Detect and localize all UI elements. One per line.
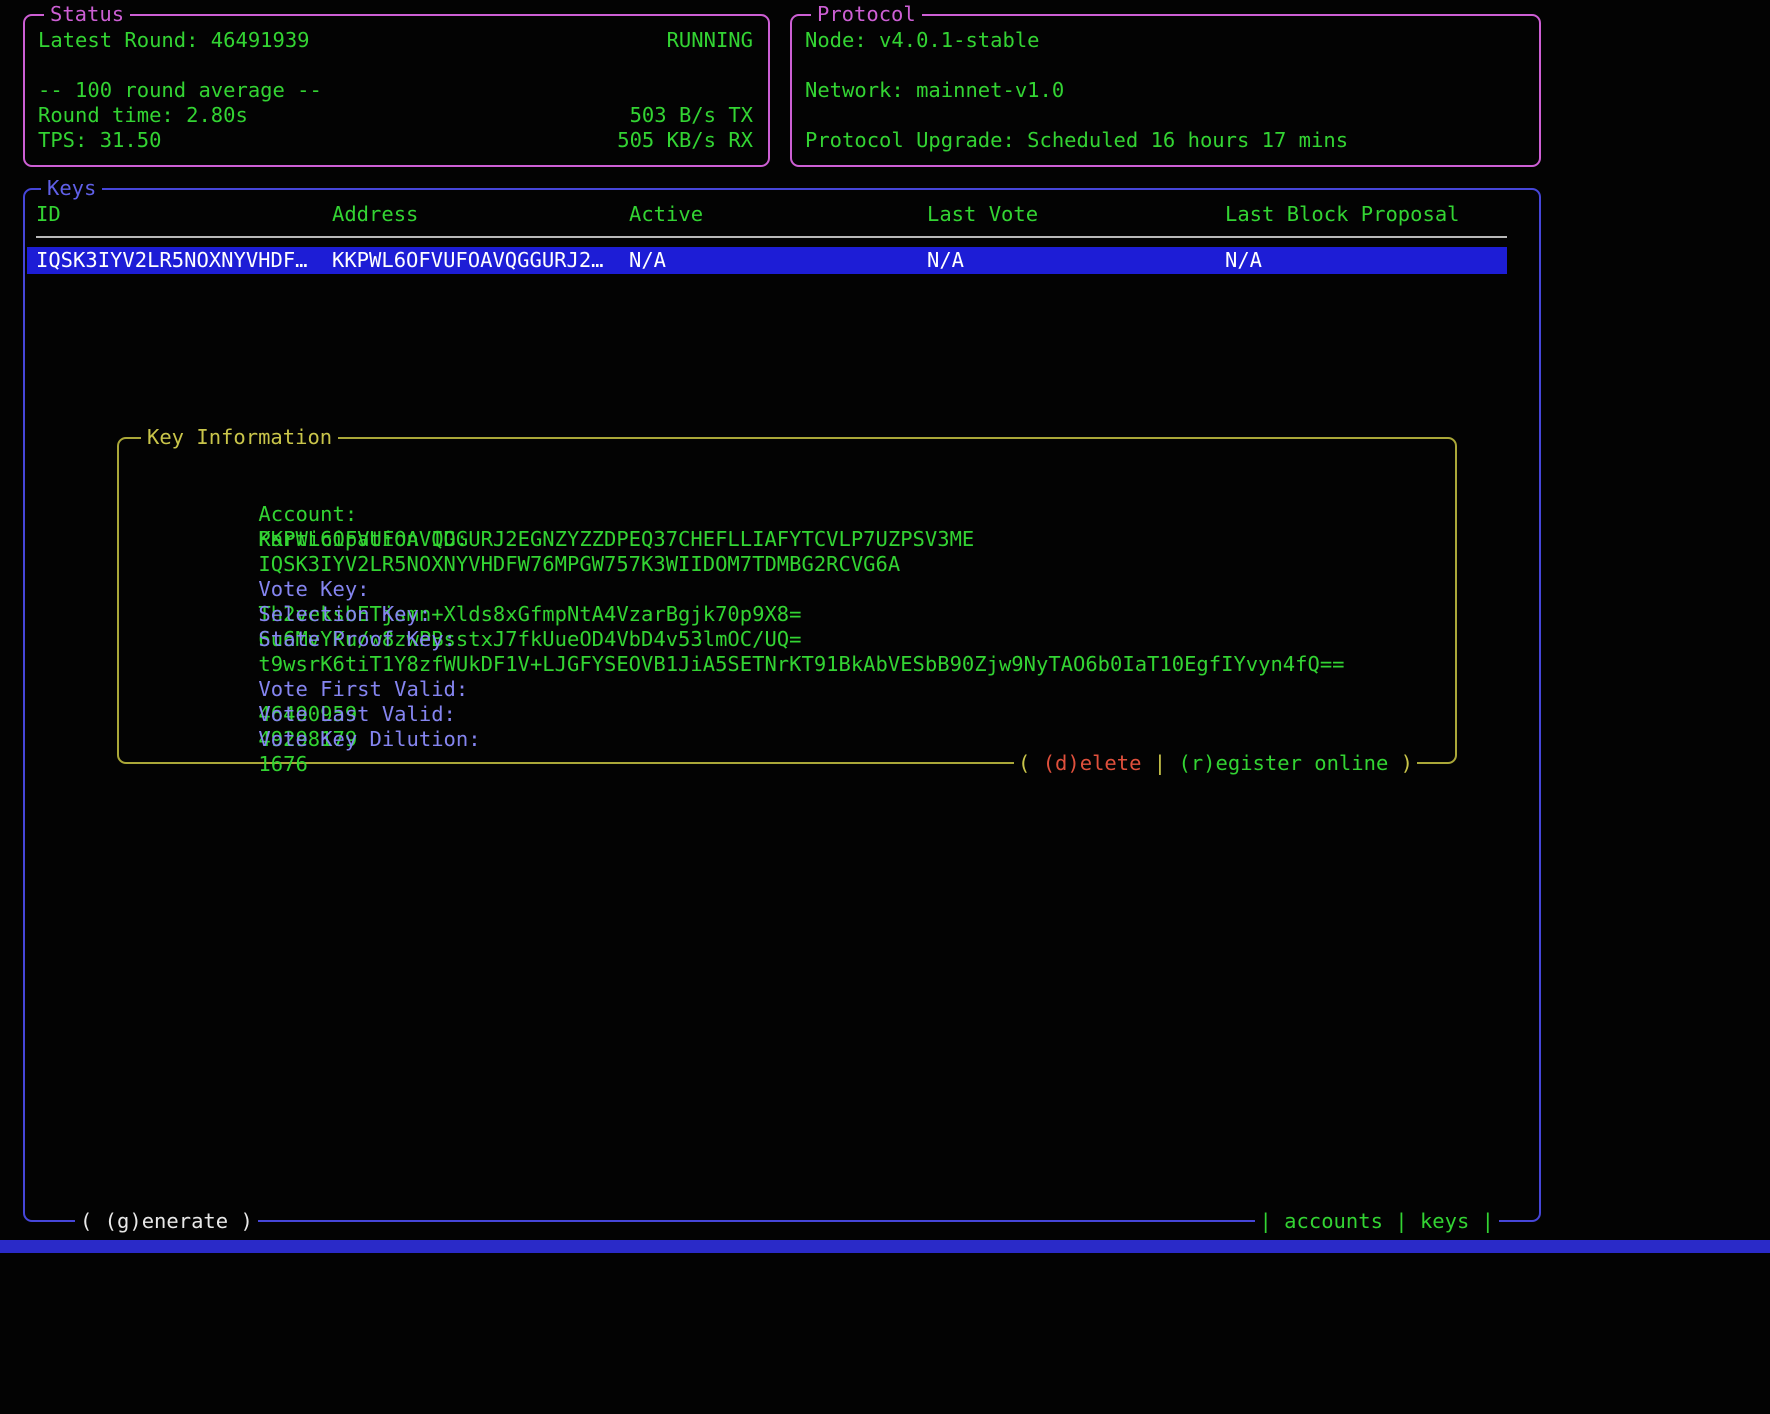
cell-address: KKPWL6OFVUFOAVQGGURJ2… <box>332 248 629 273</box>
protocol-panel: Protocol Node: v4.0.1-stable Network: ma… <box>790 14 1541 167</box>
latest-round-text: Latest Round: 46491939 <box>38 28 310 53</box>
account-label: Account: <box>258 502 357 526</box>
keys-panel-title: Keys <box>41 176 102 201</box>
cell-last-vote: N/A <box>927 248 1225 273</box>
round-time-text: Round time: 2.80s <box>38 103 248 128</box>
round-average-header: -- 100 round average -- <box>38 78 322 103</box>
status-panel: Status Latest Round: 46491939 RUNNING --… <box>23 14 770 167</box>
rx-rate-text: 505 KB/s RX <box>617 128 753 153</box>
key-actions-label: ( (d)elete | (r)egister online ) <box>1014 751 1417 776</box>
state-proof-key-label: State Proof Key: <box>258 627 455 651</box>
vote-key-dilution-value: 1676 <box>258 752 307 776</box>
column-header-last-vote: Last Vote <box>927 202 1225 227</box>
actions-close-paren: ) <box>1388 751 1413 775</box>
column-header-address: Address <box>332 202 629 227</box>
key-table-row-selected[interactable]: IQSK3IYV2LR5NOXNYVHDF… KKPWL6OFVUFOAVQGG… <box>27 247 1507 274</box>
status-panel-title: Status <box>44 2 130 27</box>
actions-separator: | <box>1141 751 1178 775</box>
bottom-bar <box>0 1240 1770 1253</box>
node-version-text: Node: v4.0.1-stable <box>805 28 1524 53</box>
vote-first-valid-label: Vote First Valid: <box>258 677 468 701</box>
column-header-active: Active <box>629 202 927 227</box>
keys-table-header: ID Address Active Last Vote Last Block P… <box>36 202 1507 227</box>
tps-text: TPS: 31.50 <box>38 128 161 153</box>
node-state-badge: RUNNING <box>667 28 753 53</box>
delete-key-action[interactable]: (d)elete <box>1043 751 1142 775</box>
actions-open-paren: ( <box>1018 751 1043 775</box>
status-panel-content: Latest Round: 46491939 RUNNING -- 100 ro… <box>25 16 768 153</box>
keys-panel: Keys ID Address Active Last Vote Last Bl… <box>23 188 1541 1222</box>
cell-last-block-proposal: N/A <box>1225 248 1507 273</box>
cell-active: N/A <box>629 248 927 273</box>
terminal-screen: Status Latest Round: 46491939 RUNNING --… <box>0 0 1770 1414</box>
column-header-id: ID <box>36 202 332 227</box>
selection-key-label: Selection Key: <box>258 602 431 626</box>
state-proof-key-value: t9wsrK6tiT1Y8zfWUkDF1V+LJGFYSEOVB1JiA5SE… <box>258 652 1344 676</box>
key-information-panel: Key Information Account: KKPWL6OFVUFOAVQ… <box>117 437 1457 764</box>
participation-id-value: IQSK3IYV2LR5NOXNYVHDFW76MPGW757K3WIIDOM7… <box>258 552 900 576</box>
generate-key-action[interactable]: ( (g)enerate ) <box>75 1209 258 1234</box>
protocol-panel-content: Node: v4.0.1-stable Network: mainnet-v1.… <box>792 16 1539 153</box>
cell-id: IQSK3IYV2LR5NOXNYVHDF… <box>36 248 332 273</box>
column-header-last-block-proposal: Last Block Proposal <box>1225 202 1507 227</box>
network-text: Network: mainnet-v1.0 <box>805 78 1524 103</box>
vote-key-dilution-label: Vote Key Dilution: <box>258 727 480 751</box>
table-header-rule <box>36 236 1507 238</box>
vote-last-valid-label: Vote Last Valid: <box>258 702 455 726</box>
vote-key-label: Vote Key: <box>258 577 369 601</box>
key-information-content: Account: KKPWL6OFVUFOAVQGGURJ2EGNZYZZDPE… <box>119 439 1455 727</box>
participation-id-label: Participation ID: <box>258 527 468 551</box>
tx-rate-text: 503 B/s TX <box>630 103 753 128</box>
key-information-title: Key Information <box>141 425 338 450</box>
protocol-panel-title: Protocol <box>811 2 922 27</box>
footer-nav-tabs[interactable]: | accounts | keys | <box>1255 1209 1500 1234</box>
register-online-action[interactable]: (r)egister online <box>1178 751 1388 775</box>
protocol-upgrade-text: Protocol Upgrade: Scheduled 16 hours 17 … <box>805 128 1524 153</box>
